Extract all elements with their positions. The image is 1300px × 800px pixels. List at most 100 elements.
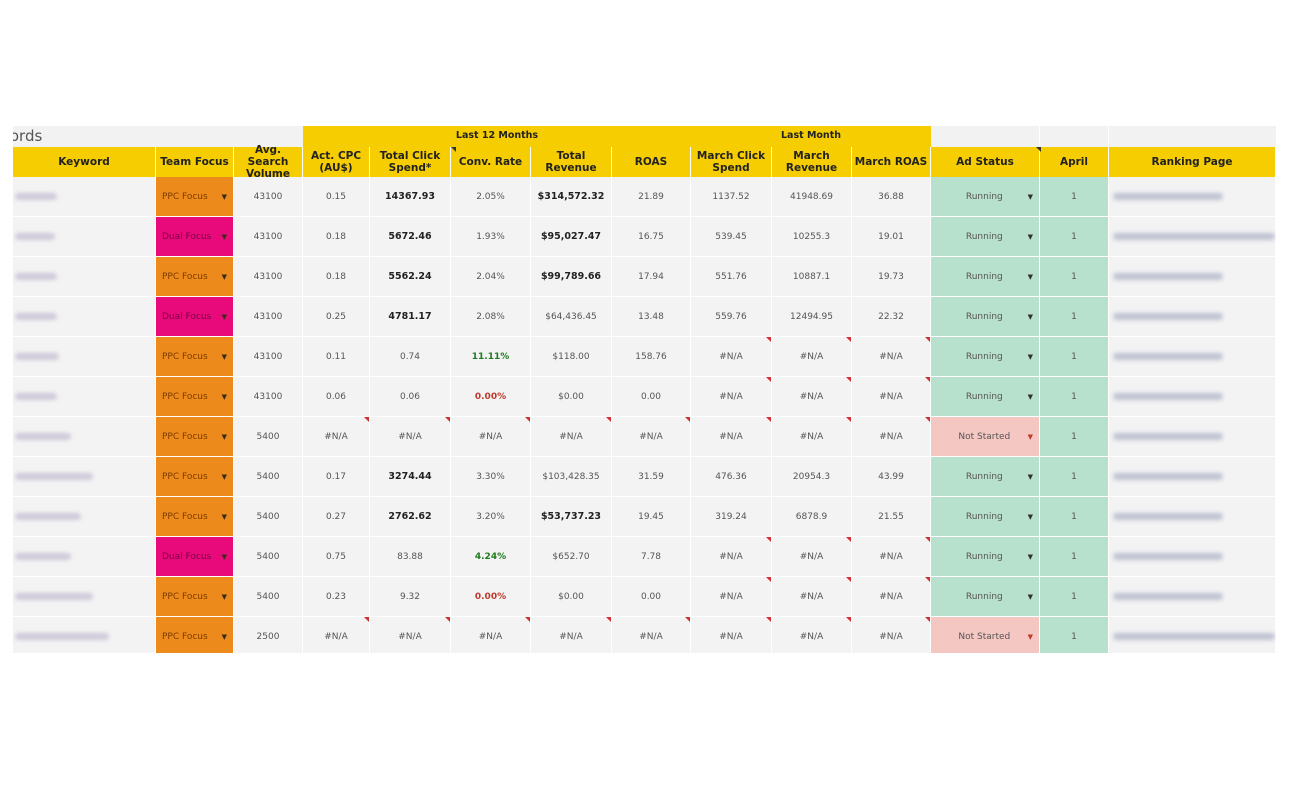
cpc-cell[interactable]: 0.27 [303, 497, 370, 537]
march-revenue-cell[interactable]: 10887.1 [772, 257, 852, 297]
ranking-page-cell[interactable] [1109, 617, 1276, 653]
revenue-cell[interactable]: $314,572.32 [531, 177, 612, 217]
dropdown-arrow-icon[interactable]: ▼ [222, 513, 227, 521]
search-volume-cell[interactable]: 5400 [234, 577, 303, 617]
dropdown-arrow-icon[interactable]: ▼ [1028, 553, 1033, 561]
dropdown-arrow-icon[interactable]: ▼ [222, 433, 227, 441]
march-spend-cell[interactable]: #N/A [691, 577, 772, 617]
cpc-cell[interactable]: 0.15 [303, 177, 370, 217]
ranking-page-cell[interactable] [1109, 377, 1276, 417]
team-focus-dropdown[interactable]: PPC Focus ▼ [156, 617, 234, 653]
ad-status-dropdown[interactable]: Running ▼ [931, 337, 1040, 377]
march-roas-cell[interactable]: 36.88 [852, 177, 931, 217]
dropdown-arrow-icon[interactable]: ▼ [222, 233, 227, 241]
keyword-cell[interactable] [13, 337, 156, 377]
column-header-click-spend[interactable]: Total Click Spend* [370, 147, 451, 177]
click-spend-cell[interactable]: 2762.62 [370, 497, 451, 537]
march-spend-cell[interactable]: 1137.52 [691, 177, 772, 217]
column-header-revenue[interactable]: Total Revenue [531, 147, 612, 177]
dropdown-arrow-icon[interactable]: ▼ [222, 473, 227, 481]
march-revenue-cell[interactable]: 20954.3 [772, 457, 852, 497]
keyword-cell[interactable] [13, 257, 156, 297]
revenue-cell[interactable]: $0.00 [531, 577, 612, 617]
cpc-cell[interactable]: 0.23 [303, 577, 370, 617]
keyword-cell[interactable] [13, 217, 156, 257]
ranking-page-cell[interactable] [1109, 217, 1276, 257]
team-focus-dropdown[interactable]: Dual Focus ▼ [156, 217, 234, 257]
revenue-cell[interactable]: $99,789.66 [531, 257, 612, 297]
march-revenue-cell[interactable]: #N/A [772, 537, 852, 577]
column-header-ad-status[interactable]: Ad Status [931, 147, 1040, 177]
roas-cell[interactable]: 17.94 [612, 257, 691, 297]
ranking-page-cell[interactable] [1109, 537, 1276, 577]
conv-rate-cell[interactable]: 11.11% [451, 337, 531, 377]
dropdown-arrow-icon[interactable]: ▼ [222, 193, 227, 201]
keyword-cell[interactable] [13, 297, 156, 337]
ranking-page-cell[interactable] [1109, 257, 1276, 297]
march-roas-cell[interactable]: #N/A [852, 417, 931, 457]
search-volume-cell[interactable]: 43100 [234, 217, 303, 257]
dropdown-arrow-icon[interactable]: ▼ [1028, 513, 1033, 521]
march-spend-cell[interactable]: #N/A [691, 337, 772, 377]
roas-cell[interactable]: #N/A [612, 417, 691, 457]
march-spend-cell[interactable]: 539.45 [691, 217, 772, 257]
ad-status-dropdown[interactable]: Running ▼ [931, 377, 1040, 417]
conv-rate-cell[interactable]: 4.24% [451, 537, 531, 577]
keyword-cell[interactable] [13, 457, 156, 497]
click-spend-cell[interactable]: 14367.93 [370, 177, 451, 217]
ranking-page-cell[interactable] [1109, 497, 1276, 537]
april-cell[interactable]: 1 [1040, 257, 1109, 297]
click-spend-cell[interactable]: #N/A [370, 417, 451, 457]
dropdown-arrow-icon[interactable]: ▼ [1028, 633, 1033, 641]
conv-rate-cell[interactable]: #N/A [451, 417, 531, 457]
column-header-ranking-page[interactable]: Ranking Page [1109, 147, 1276, 177]
dropdown-arrow-icon[interactable]: ▼ [1028, 233, 1033, 241]
march-spend-cell[interactable]: 551.76 [691, 257, 772, 297]
keyword-cell[interactable] [13, 577, 156, 617]
ad-status-dropdown[interactable]: Not Started ▼ [931, 617, 1040, 653]
click-spend-cell[interactable]: 0.74 [370, 337, 451, 377]
conv-rate-cell[interactable]: 2.05% [451, 177, 531, 217]
conv-rate-cell[interactable]: 0.00% [451, 577, 531, 617]
march-roas-cell[interactable]: #N/A [852, 537, 931, 577]
conv-rate-cell[interactable]: 3.20% [451, 497, 531, 537]
march-roas-cell[interactable]: 22.32 [852, 297, 931, 337]
column-header-search-volume[interactable]: Avg. Search Volume [234, 144, 303, 180]
revenue-cell[interactable]: #N/A [531, 417, 612, 457]
april-cell[interactable]: 1 [1040, 497, 1109, 537]
click-spend-cell[interactable]: #N/A [370, 617, 451, 653]
conv-rate-cell[interactable]: 1.93% [451, 217, 531, 257]
march-roas-cell[interactable]: #N/A [852, 617, 931, 653]
search-volume-cell[interactable]: 43100 [234, 297, 303, 337]
april-cell[interactable]: 1 [1040, 537, 1109, 577]
keyword-cell[interactable] [13, 417, 156, 457]
column-header-march-roas[interactable]: March ROAS [852, 147, 931, 177]
roas-cell[interactable]: 16.75 [612, 217, 691, 257]
ad-status-dropdown[interactable]: Running ▼ [931, 577, 1040, 617]
team-focus-dropdown[interactable]: Dual Focus ▼ [156, 537, 234, 577]
march-revenue-cell[interactable]: 6878.9 [772, 497, 852, 537]
ad-status-dropdown[interactable]: Running ▼ [931, 297, 1040, 337]
cpc-cell[interactable]: 0.25 [303, 297, 370, 337]
dropdown-arrow-icon[interactable]: ▼ [1028, 593, 1033, 601]
roas-cell[interactable]: 7.78 [612, 537, 691, 577]
search-volume-cell[interactable]: 43100 [234, 257, 303, 297]
march-revenue-cell[interactable]: #N/A [772, 337, 852, 377]
march-spend-cell[interactable]: 319.24 [691, 497, 772, 537]
roas-cell[interactable]: 13.48 [612, 297, 691, 337]
keyword-cell[interactable] [13, 617, 156, 653]
ranking-page-cell[interactable] [1109, 297, 1276, 337]
ad-status-dropdown[interactable]: Running ▼ [931, 217, 1040, 257]
cpc-cell[interactable]: #N/A [303, 417, 370, 457]
team-focus-dropdown[interactable]: PPC Focus ▼ [156, 377, 234, 417]
ad-status-dropdown[interactable]: Running ▼ [931, 177, 1040, 217]
dropdown-arrow-icon[interactable]: ▼ [1028, 353, 1033, 361]
search-volume-cell[interactable]: 5400 [234, 497, 303, 537]
click-spend-cell[interactable]: 0.06 [370, 377, 451, 417]
team-focus-dropdown[interactable]: Dual Focus ▼ [156, 297, 234, 337]
march-roas-cell[interactable]: 19.73 [852, 257, 931, 297]
march-revenue-cell[interactable]: #N/A [772, 617, 852, 653]
roas-cell[interactable]: 21.89 [612, 177, 691, 217]
search-volume-cell[interactable]: 5400 [234, 457, 303, 497]
search-volume-cell[interactable]: 43100 [234, 177, 303, 217]
